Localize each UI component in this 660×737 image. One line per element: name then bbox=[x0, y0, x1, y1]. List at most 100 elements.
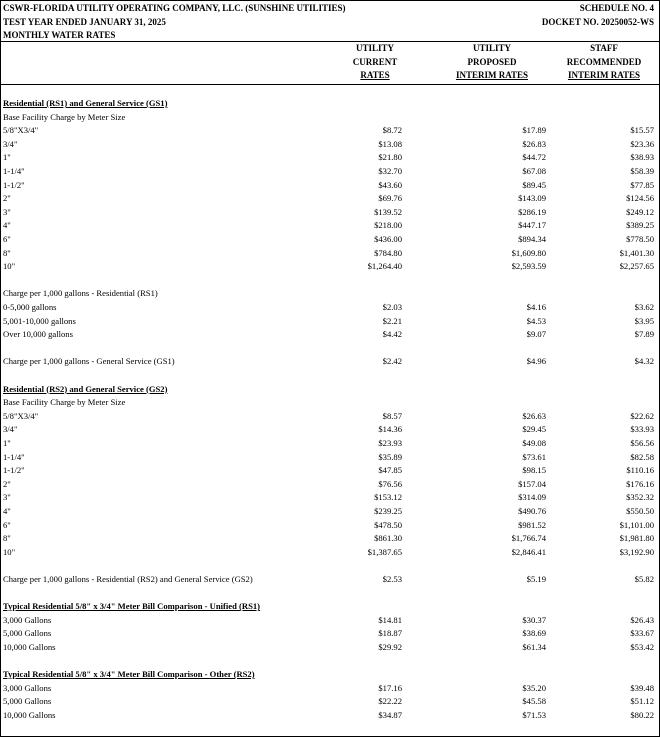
proposed-rate-cell: $1,609.80 bbox=[511, 247, 546, 258]
current-rate-cell: $35.89 bbox=[378, 451, 402, 462]
table-row: 0-5,000 gallons $2.03 $4.16 $3.62 bbox=[0, 302, 660, 316]
table-row: 3/4" $13.08 $26.83 $23.36 bbox=[0, 139, 660, 153]
proposed-rate-cell: $61.34 bbox=[522, 642, 546, 652]
staff-rate-cell: $77.85 bbox=[630, 179, 654, 190]
current-rate-cell: $784.80 bbox=[374, 247, 402, 258]
section-heading-row: Residential (RS1) and General Service (G… bbox=[0, 98, 660, 112]
staff-rate-cell: $7.89 bbox=[634, 329, 654, 340]
proposed-rate-cell: $49.08 bbox=[522, 438, 546, 448]
table-row: 1-1/4" $35.89 $73.61 $82.58 bbox=[0, 452, 660, 466]
row-label: 1-1/4" bbox=[3, 166, 25, 176]
proposed-rate-cell: $26.83 bbox=[522, 138, 546, 149]
staff-rate-cell: $778.50 bbox=[626, 234, 654, 244]
proposed-rate-cell: $157.04 bbox=[518, 478, 546, 489]
current-rate-cell: $14.81 bbox=[378, 614, 402, 625]
row-label: 8" bbox=[3, 533, 11, 544]
column-header-line: INTERIM RATES bbox=[455, 70, 529, 80]
table-row: 5,000 Gallons $18.87 $38.69 $33.67 bbox=[0, 628, 660, 642]
table-row bbox=[0, 656, 660, 670]
row-label: 1" bbox=[3, 438, 11, 448]
table-row: 8" $861.30 $1,766.74 $1,981.80 bbox=[0, 533, 660, 547]
current-rate-cell: $2.21 bbox=[382, 315, 402, 326]
table-row bbox=[0, 560, 660, 574]
staff-rate-cell: $1,401.30 bbox=[619, 247, 654, 258]
current-rate-cell: $47.85 bbox=[378, 465, 402, 476]
proposed-rate-cell: $894.34 bbox=[518, 234, 546, 244]
current-rate-cell: $478.50 bbox=[374, 519, 402, 530]
proposed-rate-cell: $1,766.74 bbox=[511, 533, 546, 544]
row-label: Over 10,000 gallons bbox=[3, 329, 73, 340]
proposed-rate-cell: $143.09 bbox=[518, 193, 546, 204]
proposed-rate-cell: $9.07 bbox=[526, 329, 546, 340]
table-row: 3" $139.52 $286.19 $249.12 bbox=[0, 207, 660, 221]
row-label: 1" bbox=[3, 152, 11, 163]
row-label: 8" bbox=[3, 247, 11, 258]
column-header-proposed: UTILITY PROPOSED INTERIM RATES bbox=[442, 42, 542, 83]
staff-rate-cell: $51.12 bbox=[630, 696, 654, 707]
current-rate-cell: $436.00 bbox=[374, 234, 402, 244]
row-label: Charge per 1,000 gallons - General Servi… bbox=[3, 356, 175, 367]
row-label: 3/4" bbox=[3, 138, 18, 149]
schedule-number: SCHEDULE NO. 4 bbox=[579, 3, 654, 13]
current-rate-cell: $1,264.40 bbox=[367, 261, 402, 272]
staff-rate-cell: $550.50 bbox=[626, 506, 654, 516]
column-header-line: INTERIM RATES bbox=[567, 70, 641, 80]
column-header-line: UTILITY bbox=[472, 43, 511, 53]
current-rate-cell: $218.00 bbox=[374, 220, 402, 231]
current-rate-cell: $4.42 bbox=[382, 329, 402, 340]
table-row: Base Facility Charge by Meter Size bbox=[0, 397, 660, 411]
staff-rate-cell: $110.16 bbox=[626, 465, 654, 476]
staff-rate-cell: $389.25 bbox=[626, 220, 654, 231]
table-row: 1-1/4" $32.70 $67.08 $58.39 bbox=[0, 166, 660, 180]
staff-rate-cell: $22.62 bbox=[630, 410, 654, 421]
column-header-current: UTILITY CURRENT RATES bbox=[330, 42, 420, 83]
section-heading-row: Typical Residential 5/8" x 3/4" Meter Bi… bbox=[0, 601, 660, 615]
current-rate-cell: $861.30 bbox=[374, 533, 402, 544]
table-row: 3" $153.12 $314.09 $352.32 bbox=[0, 492, 660, 506]
table-row: 3,000 Gallons $17.16 $35.20 $39.48 bbox=[0, 683, 660, 697]
proposed-rate-cell: $2,846.41 bbox=[511, 546, 546, 557]
current-rate-cell: $8.57 bbox=[382, 410, 402, 421]
current-rate-cell: $69.76 bbox=[378, 193, 402, 204]
row-label: 0-5,000 gallons bbox=[3, 302, 57, 312]
staff-rate-cell: $3,192.90 bbox=[619, 546, 654, 557]
row-label: 10" bbox=[3, 546, 16, 557]
table-row: 4" $239.25 $490.76 $550.50 bbox=[0, 506, 660, 520]
row-label: 3" bbox=[3, 492, 11, 503]
staff-rate-cell: $352.32 bbox=[626, 492, 654, 503]
proposed-rate-cell: $4.16 bbox=[526, 302, 546, 312]
row-label: Residential (RS2) and General Service (G… bbox=[3, 383, 168, 394]
table-row: 5,001-10,000 gallons $2.21 $4.53 $3.95 bbox=[0, 316, 660, 330]
staff-rate-cell: $249.12 bbox=[626, 206, 654, 217]
staff-rate-cell: $56.56 bbox=[630, 438, 654, 448]
row-label: 4" bbox=[3, 506, 11, 516]
table-row: 6" $478.50 $981.52 $1,101.00 bbox=[0, 520, 660, 534]
proposed-rate-cell: $29.45 bbox=[522, 424, 546, 435]
row-label: 3" bbox=[3, 206, 11, 217]
proposed-rate-cell: $981.52 bbox=[518, 519, 546, 530]
row-label: 5/8"X3/4" bbox=[3, 125, 39, 136]
current-rate-cell: $139.52 bbox=[374, 206, 402, 217]
current-rate-cell: $22.22 bbox=[378, 696, 402, 707]
staff-rate-cell: $82.58 bbox=[630, 451, 654, 462]
row-label: 1-1/2" bbox=[3, 465, 25, 476]
table-row: Over 10,000 gallons $4.42 $9.07 $7.89 bbox=[0, 329, 660, 343]
current-rate-cell: $17.16 bbox=[378, 682, 402, 693]
current-rate-cell: $21.80 bbox=[378, 152, 402, 163]
table-row: 5/8"X3/4" $8.72 $17.89 $15.57 bbox=[0, 125, 660, 139]
table-row: 8" $784.80 $1,609.80 $1,401.30 bbox=[0, 248, 660, 262]
proposed-rate-cell: $4.96 bbox=[526, 356, 546, 367]
row-label: Charge per 1,000 gallons - Residential (… bbox=[3, 288, 158, 299]
row-label: 5/8"X3/4" bbox=[3, 410, 39, 421]
row-label: 6" bbox=[3, 519, 11, 530]
current-rate-cell: $2.42 bbox=[382, 356, 402, 367]
proposed-rate-cell: $38.69 bbox=[522, 628, 546, 639]
staff-rate-cell: $3.62 bbox=[634, 302, 654, 312]
proposed-rate-cell: $98.15 bbox=[522, 465, 546, 476]
staff-rate-cell: $38.93 bbox=[630, 152, 654, 163]
proposed-rate-cell: $2,593.59 bbox=[511, 261, 546, 272]
staff-rate-cell: $58.39 bbox=[630, 166, 654, 176]
current-rate-cell: $8.72 bbox=[382, 125, 402, 136]
staff-rate-cell: $1,101.00 bbox=[619, 519, 654, 530]
row-label: 5,001-10,000 gallons bbox=[3, 315, 76, 326]
